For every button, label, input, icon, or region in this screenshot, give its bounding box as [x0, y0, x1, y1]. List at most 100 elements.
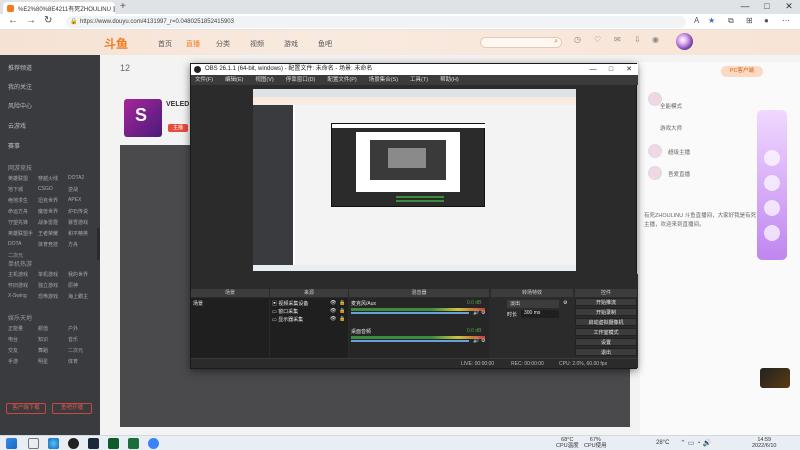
sidebar-category-cell[interactable]: 独立游戏: [38, 282, 58, 289]
app-icon[interactable]: [108, 438, 119, 449]
sidebar-item-esports[interactable]: 赛事: [8, 141, 20, 150]
sidebar-item-recommend[interactable]: 推荐频道: [8, 63, 32, 72]
obs-maximize-button[interactable]: □: [602, 64, 620, 75]
start-broadcast-button[interactable]: 鱼吧开播: [52, 403, 92, 414]
sidebar-category-cell[interactable]: 暴雪游戏: [68, 219, 88, 226]
client-download-button[interactable]: 客户端下载: [6, 403, 46, 414]
system-tray-icons[interactable]: ⌃ ▭ ◔ 🔊: [680, 439, 711, 447]
lock-icon[interactable]: 🔒: [339, 308, 345, 314]
extensions-icon[interactable]: ⧉: [728, 16, 734, 26]
menu-profile[interactable]: 配置文件(P): [327, 75, 356, 85]
sidebar-category-cell[interactable]: X-Swing: [8, 293, 27, 299]
sidebar-category-cell[interactable]: 魔兽世界: [38, 208, 58, 215]
sidebar-category-cell[interactable]: 坦克世界: [38, 197, 58, 204]
gear-icon[interactable]: ⚙: [563, 300, 567, 306]
sidebar-category-cell[interactable]: APEX: [68, 197, 81, 203]
menu-tools[interactable]: 工具(T): [410, 75, 428, 85]
read-aloud-icon[interactable]: A: [694, 16, 699, 25]
sidebar-category-cell[interactable]: 原神: [68, 282, 78, 289]
nav-games[interactable]: 游戏: [284, 39, 298, 49]
broadcast-icon[interactable]: ◉: [652, 35, 659, 44]
sidebar-category-cell[interactable]: 命运方舟: [8, 208, 28, 215]
sidebar-category-cell[interactable]: 明星: [38, 358, 48, 365]
nav-fishbar[interactable]: 鱼吧: [318, 39, 332, 49]
sidebar-category-cell[interactable]: 知识: [38, 336, 48, 343]
sidebar-category-cell[interactable]: 我的世界: [68, 271, 88, 278]
sidebar-category-cell[interactable]: 正能量: [8, 325, 23, 332]
browser-tab[interactable]: %E2%80%8E4211有死ZHOULINU 直播_斗... ✕: [3, 2, 115, 14]
speaker-icon[interactable]: 🔊: [473, 338, 479, 344]
sidebar-category-cell[interactable]: 体育: [68, 358, 78, 365]
menu-help[interactable]: 帮助(H): [440, 75, 459, 85]
favorite-star-icon[interactable]: ★: [708, 16, 715, 25]
menu-view[interactable]: 视图(V): [255, 75, 273, 85]
user-avatar[interactable]: [676, 33, 693, 50]
back-icon[interactable]: ←: [8, 15, 18, 26]
activity-icon[interactable]: [764, 225, 780, 241]
edge-icon[interactable]: [48, 438, 59, 449]
sidebar-category-cell[interactable]: CSGO: [38, 186, 53, 192]
sidebar-category-cell[interactable]: 户外: [68, 325, 78, 332]
sidebar-category-cell[interactable]: 恐怖游戏: [38, 293, 58, 300]
forward-icon[interactable]: →: [26, 15, 36, 26]
sidebar-category-cell[interactable]: 穿越火线: [38, 175, 58, 182]
badge-icon[interactable]: [648, 166, 662, 180]
sidebar-category-cell[interactable]: 交友: [8, 347, 18, 354]
pc-client-button[interactable]: PC客户端: [721, 66, 763, 77]
sidebar-category-cell[interactable]: 颜值: [38, 325, 48, 332]
sidebar-category-cell[interactable]: 单机游戏: [38, 271, 58, 278]
follow-icon[interactable]: ♡: [594, 35, 601, 44]
sidebar-item-risk[interactable]: 风险中心: [8, 101, 32, 110]
start-streaming-button[interactable]: 开始推流: [575, 298, 637, 306]
maximize-window-button[interactable]: □: [756, 0, 778, 14]
lock-icon[interactable]: 🔒: [339, 300, 345, 306]
nav-home[interactable]: 首页: [158, 39, 172, 49]
search-icon[interactable]: ⌕: [554, 38, 558, 46]
nav-category[interactable]: 分类: [216, 39, 230, 49]
sidebar-category-cell[interactable]: 主机游戏: [8, 271, 28, 278]
source-item-display[interactable]: ▭ 显示器采集: [272, 316, 303, 323]
obs-taskbar-icon[interactable]: [68, 438, 79, 449]
menu-edit[interactable]: 编辑(E): [225, 75, 243, 85]
sidebar-category-cell[interactable]: 王者荣耀: [38, 230, 58, 237]
sidebar-category-cell[interactable]: 体育竞技: [38, 241, 58, 248]
app-icon[interactable]: [128, 438, 139, 449]
refresh-icon[interactable]: ↻: [44, 15, 52, 26]
sidebar-category-cell[interactable]: 战争雷霆: [38, 219, 58, 226]
sidebar-category-cell[interactable]: 和平精英: [68, 230, 88, 237]
app-icon[interactable]: [148, 438, 159, 449]
sidebar-category-cell[interactable]: 音乐: [68, 336, 78, 343]
sidebar-category-cell[interactable]: 二次元: [68, 347, 83, 354]
speaker-icon[interactable]: 🔊: [473, 310, 479, 316]
nav-live[interactable]: 直播: [186, 39, 200, 49]
obs-preview-canvas[interactable]: [253, 89, 576, 271]
search-icon[interactable]: [28, 438, 39, 449]
close-window-button[interactable]: ✕: [778, 0, 800, 14]
sidebar-item-follow[interactable]: 我的关注: [8, 82, 32, 91]
menu-scene-collection[interactable]: 场景集合(S): [369, 75, 398, 85]
steam-icon[interactable]: [88, 438, 99, 449]
sidebar-category-cell[interactable]: 舞蹈: [38, 347, 48, 354]
sidebar-category-cell[interactable]: 地下城: [8, 186, 23, 193]
sidebar-category-cell[interactable]: 守望先锋: [8, 219, 28, 226]
sidebar-category-cell[interactable]: 绝地求生: [8, 197, 28, 204]
site-search-input[interactable]: ⌕: [480, 37, 562, 48]
activity-icon[interactable]: [764, 150, 780, 166]
event-logo[interactable]: [760, 368, 790, 388]
activity-icon[interactable]: [764, 200, 780, 216]
download-icon[interactable]: ⇩: [634, 35, 641, 44]
sidebar-item-cloudgame[interactable]: 云游戏: [8, 121, 26, 130]
more-menu-icon[interactable]: ⋯: [782, 16, 790, 25]
visibility-eye-icon[interactable]: 👁: [330, 316, 336, 322]
sidebar-category-cell[interactable]: 电台: [8, 336, 18, 343]
site-logo[interactable]: 斗鱼: [104, 35, 128, 52]
sidebar-category-cell[interactable]: DOTA: [8, 241, 22, 247]
source-item-camera[interactable]: ▣ 视频采集设备: [272, 300, 308, 307]
scene-item[interactable]: 场景: [193, 300, 203, 307]
start-virtual-camera-button[interactable]: 启动虚拟摄像机: [575, 318, 637, 326]
room-cover[interactable]: S: [124, 99, 162, 137]
studio-mode-button[interactable]: 工作室模式: [575, 328, 637, 336]
sidebar-category-cell[interactable]: 英雄联盟手: [8, 230, 33, 237]
activity-icon[interactable]: [764, 175, 780, 191]
minimize-window-button[interactable]: —: [734, 0, 756, 14]
